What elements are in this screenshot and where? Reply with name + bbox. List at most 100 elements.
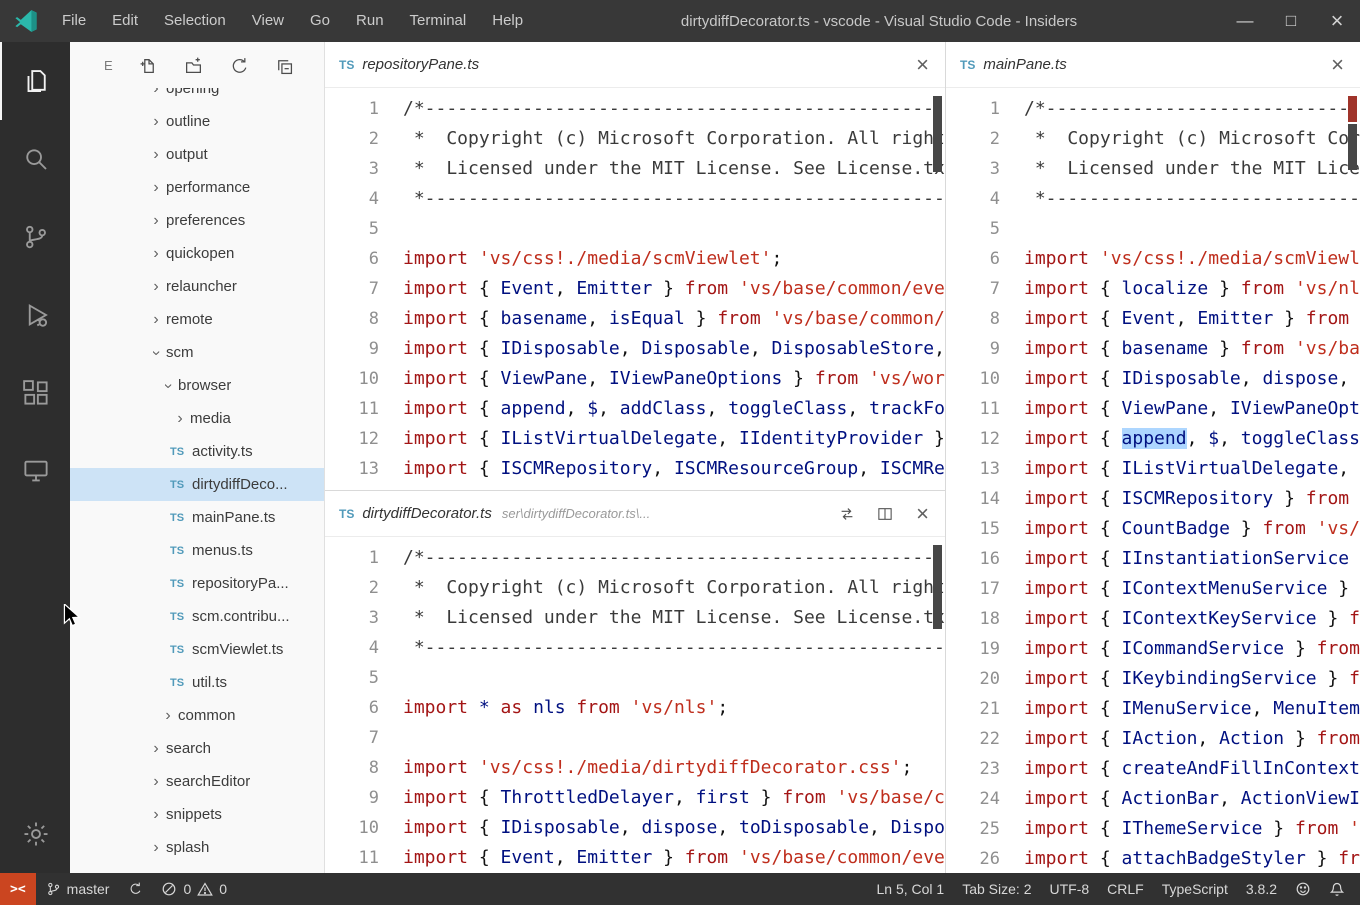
tree-item-mainpane-ts[interactable]: TSmainPane.ts xyxy=(70,501,324,534)
scrollbar-track[interactable] xyxy=(933,94,942,486)
open-changes-icon[interactable] xyxy=(838,505,856,523)
menu-go[interactable]: Go xyxy=(297,0,343,42)
code-line[interactable]: 16import { IInstantiationService } from … xyxy=(946,544,1360,574)
close-icon[interactable]: × xyxy=(1329,54,1346,76)
code-line[interactable]: 3 * Licensed under the MIT License. See … xyxy=(325,154,945,184)
source-control-icon[interactable] xyxy=(0,198,70,276)
code-line[interactable]: 18import { IContextKeyService } from 'vs… xyxy=(946,604,1360,634)
tree-item-preferences[interactable]: ›preferences xyxy=(70,204,324,237)
language-mode[interactable]: TypeScript xyxy=(1153,873,1237,905)
close-icon[interactable]: × xyxy=(914,503,931,525)
remote-indicator[interactable]: >< xyxy=(0,873,36,905)
code-line[interactable]: 13import { IListVirtualDelegate, IIdenti… xyxy=(946,454,1360,484)
scrollbar-thumb[interactable] xyxy=(933,545,942,629)
code-line[interactable]: 9import { basename } from 'vs/base/commo… xyxy=(946,334,1360,364)
code-line[interactable]: 11import { Event, Emitter } from 'vs/bas… xyxy=(325,843,945,873)
menu-help[interactable]: Help xyxy=(479,0,536,42)
code-line[interactable]: 24import { ActionBar, ActionViewItem } f… xyxy=(946,784,1360,814)
code-line[interactable]: 23import { createAndFillInContextMenuAct… xyxy=(946,754,1360,784)
problems-indicator[interactable]: 0 0 xyxy=(152,873,236,905)
code-line[interactable]: 10import { IDisposable, dispose, Disposa… xyxy=(946,364,1360,394)
code-line[interactable]: 10import { IDisposable, dispose, toDispo… xyxy=(325,813,945,843)
sync-button[interactable] xyxy=(118,873,152,905)
code-line[interactable]: 5 xyxy=(325,663,945,693)
code-line[interactable]: 20import { IKeybindingService } from 'vs… xyxy=(946,664,1360,694)
code-line[interactable]: 1/*-------------------------------------… xyxy=(946,94,1360,124)
code-line[interactable]: 5 xyxy=(946,214,1360,244)
run-debug-icon[interactable] xyxy=(0,276,70,354)
code-line[interactable]: 8import { Event, Emitter } from 'vs/base… xyxy=(946,304,1360,334)
close-window-button[interactable]: × xyxy=(1314,0,1360,42)
new-file-icon[interactable] xyxy=(139,56,158,75)
tree-item-snippets[interactable]: ›snippets xyxy=(70,798,324,831)
tree-item-scmviewlet-ts[interactable]: TSscmViewlet.ts xyxy=(70,633,324,666)
cursor-position[interactable]: Ln 5, Col 1 xyxy=(868,873,954,905)
code-area[interactable]: 1/*-------------------------------------… xyxy=(325,88,945,490)
code-line[interactable]: 17import { IContextMenuService } from 'v… xyxy=(946,574,1360,604)
minimize-button[interactable]: — xyxy=(1222,0,1268,42)
tree-item-dirtydiffdeco-[interactable]: TSdirtydiffDeco... xyxy=(70,468,324,501)
tree-item-remote[interactable]: ›remote xyxy=(70,303,324,336)
new-folder-icon[interactable] xyxy=(184,56,203,75)
explorer-icon[interactable] xyxy=(0,42,70,120)
code-line[interactable]: 7import { localize } from 'vs/nls'; xyxy=(946,274,1360,304)
code-line[interactable]: 2 * Copyright (c) Microsoft Corporation.… xyxy=(325,573,945,603)
code-area[interactable]: 1/*-------------------------------------… xyxy=(946,88,1360,873)
code-line[interactable]: 25import { IThemeService } from 'vs/plat… xyxy=(946,814,1360,844)
tree-item-searcheditor[interactable]: ›searchEditor xyxy=(70,765,324,798)
menu-view[interactable]: View xyxy=(239,0,297,42)
notifications-bell-icon[interactable] xyxy=(1320,873,1354,905)
code-line[interactable]: 5 xyxy=(325,214,945,244)
search-icon[interactable] xyxy=(0,120,70,198)
encoding[interactable]: UTF-8 xyxy=(1040,873,1098,905)
code-line[interactable]: 14import { ISCMRepository } from 'vs/wor… xyxy=(946,484,1360,514)
tree-item-common[interactable]: ›common xyxy=(70,699,324,732)
tree-item-search[interactable]: ›search xyxy=(70,732,324,765)
tab-mainpane[interactable]: TS mainPane.ts × xyxy=(946,42,1360,87)
code-line[interactable]: 2 * Copyright (c) Microsoft Corporation.… xyxy=(325,124,945,154)
tree-item-outline[interactable]: ›outline xyxy=(70,105,324,138)
indentation[interactable]: Tab Size: 2 xyxy=(953,873,1040,905)
code-line[interactable]: 3 * Licensed under the MIT License. See … xyxy=(946,154,1360,184)
maximize-button[interactable]: □ xyxy=(1268,0,1314,42)
code-line[interactable]: 19import { ICommandService } from 'vs/pl… xyxy=(946,634,1360,664)
scrollbar-thumb[interactable] xyxy=(1348,124,1357,170)
tree-item-media[interactable]: ›media xyxy=(70,402,324,435)
split-editor-icon[interactable] xyxy=(876,505,894,523)
menu-file[interactable]: File xyxy=(49,0,99,42)
code-line[interactable]: 1/*-------------------------------------… xyxy=(325,94,945,124)
code-line[interactable]: 4 *-------------------------------------… xyxy=(325,184,945,214)
code-line[interactable]: 13import { ISCMRepository, ISCMResourceG… xyxy=(325,454,945,484)
code-line[interactable]: 12import { append, $, toggleClass, track… xyxy=(946,424,1360,454)
code-line[interactable]: 9import { ThrottledDelayer, first } from… xyxy=(325,783,945,813)
scrollbar-track[interactable] xyxy=(1348,94,1357,869)
extensions-icon[interactable] xyxy=(0,354,70,432)
tree-item-performance[interactable]: ›performance xyxy=(70,171,324,204)
code-line[interactable]: 8import 'vs/css!./media/dirtydiffDecorat… xyxy=(325,753,945,783)
refresh-icon[interactable] xyxy=(229,56,248,75)
tab-repositorypane[interactable]: TS repositoryPane.ts × xyxy=(325,42,945,87)
menu-terminal[interactable]: Terminal xyxy=(397,0,480,42)
code-line[interactable]: 12import { IListVirtualDelegate, IIdenti… xyxy=(325,424,945,454)
code-line[interactable]: 6import * as nls from 'vs/nls'; xyxy=(325,693,945,723)
code-line[interactable]: 15import { CountBadge } from 'vs/base/br… xyxy=(946,514,1360,544)
tree-item-browser[interactable]: ›browser xyxy=(70,369,324,402)
typescript-version[interactable]: 3.8.2 xyxy=(1237,873,1286,905)
tree-item-opening[interactable]: ›opening xyxy=(70,88,324,105)
settings-gear-icon[interactable] xyxy=(0,795,70,873)
code-line[interactable]: 8import { basename, isEqual } from 'vs/b… xyxy=(325,304,945,334)
tree-item-scm[interactable]: ›scm xyxy=(70,336,324,369)
code-area[interactable]: 1/*-------------------------------------… xyxy=(325,537,945,873)
tree-item-splash[interactable]: ›splash xyxy=(70,831,324,864)
code-line[interactable]: 9import { IDisposable, Disposable, Dispo… xyxy=(325,334,945,364)
scrollbar-track[interactable] xyxy=(933,543,942,869)
tree-item-repositorypa-[interactable]: TSrepositoryPa... xyxy=(70,567,324,600)
tab-dirtydiffdecorator[interactable]: TS dirtydiffDecorator.ts ser\dirtydiffDe… xyxy=(325,491,945,536)
scrollbar-thumb[interactable] xyxy=(933,96,942,172)
code-line[interactable]: 4 *-------------------------------------… xyxy=(946,184,1360,214)
code-line[interactable]: 26import { attachBadgeStyler } from 'vs/… xyxy=(946,844,1360,873)
menu-run[interactable]: Run xyxy=(343,0,397,42)
tree-item-activity-ts[interactable]: TSactivity.ts xyxy=(70,435,324,468)
code-line[interactable]: 22import { IAction, Action } from 'vs/ba… xyxy=(946,724,1360,754)
collapse-all-icon[interactable] xyxy=(274,56,293,75)
